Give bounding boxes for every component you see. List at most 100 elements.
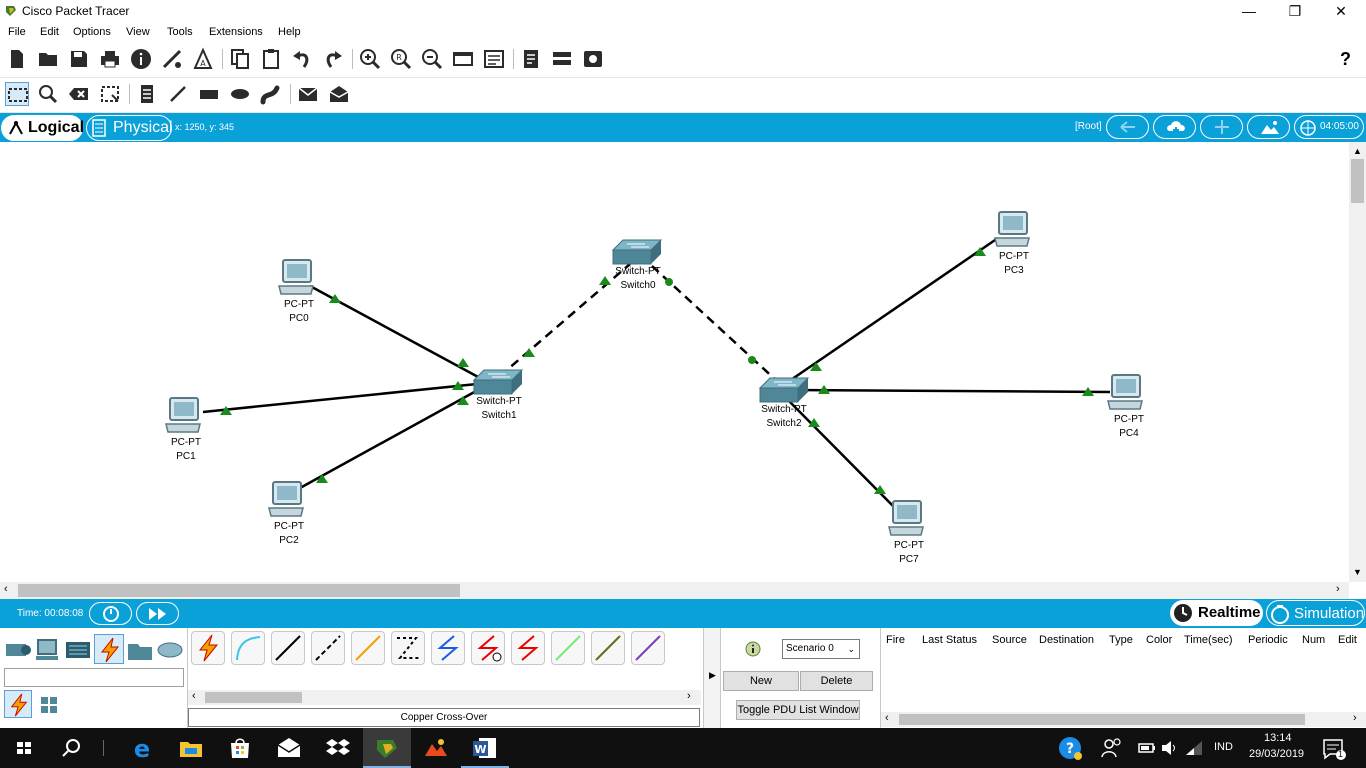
viewport-clock-button[interactable]: 04:05:00 — [1294, 115, 1364, 139]
store-icon[interactable] — [226, 734, 254, 762]
delete-icon[interactable] — [67, 82, 91, 106]
end-devices-icon[interactable] — [34, 636, 62, 664]
column-last-status[interactable]: Last Status — [922, 634, 977, 646]
inspect-icon[interactable] — [36, 82, 60, 106]
network-info-icon[interactable] — [160, 47, 184, 71]
vertical-scrollbar[interactable]: ▲ ▼ — [1349, 142, 1366, 582]
word-taskbar-button[interactable]: W — [461, 728, 509, 768]
components-icon[interactable] — [64, 636, 92, 664]
windows-start-icon[interactable] — [10, 734, 38, 762]
connections-category[interactable] — [94, 634, 124, 664]
menu-help[interactable]: Help — [278, 26, 301, 38]
volume-icon[interactable] — [1160, 740, 1178, 756]
switch-icon[interactable] — [611, 238, 663, 266]
coaxial-cable-button[interactable] — [431, 631, 465, 665]
expand-arrow-icon[interactable]: ▶ — [709, 670, 716, 681]
tab-logical[interactable]: Logical — [1, 115, 84, 141]
open-folder-icon[interactable] — [36, 47, 60, 71]
scroll-left-icon[interactable]: ‹ — [192, 690, 196, 702]
power-cycle-button[interactable] — [89, 602, 132, 625]
tab-physical[interactable]: Physical — [86, 115, 173, 141]
root-label[interactable]: [Root] — [1075, 121, 1102, 132]
copy-icon[interactable] — [228, 47, 252, 71]
minimize-button[interactable]: — — [1226, 0, 1272, 23]
link-switch2-pc3[interactable] — [781, 236, 999, 388]
fiber-cable-button[interactable] — [351, 631, 385, 665]
switch-icon[interactable] — [758, 376, 810, 404]
column-type[interactable]: Type — [1109, 634, 1133, 646]
link-pc1-switch1[interactable] — [202, 382, 478, 414]
column-color[interactable]: Color — [1146, 634, 1172, 646]
multiuser-icon[interactable] — [156, 636, 184, 664]
file-explorer-icon[interactable] — [177, 734, 205, 762]
switch-icon[interactable] — [472, 368, 524, 396]
panel-splitter[interactable]: ▶ — [703, 628, 721, 728]
column-periodic[interactable]: Periodic — [1248, 634, 1288, 646]
freeform-icon[interactable] — [259, 82, 283, 106]
zoom-out-icon[interactable] — [420, 47, 444, 71]
zoom-in-icon[interactable] — [358, 47, 382, 71]
input-language[interactable]: IND — [1214, 741, 1233, 753]
new-cluster-button[interactable] — [1153, 115, 1196, 139]
scroll-right-icon[interactable]: › — [1353, 712, 1357, 724]
scroll-up-icon[interactable]: ▲ — [1353, 146, 1362, 156]
copper-cross-over-button[interactable] — [311, 631, 345, 665]
draw-rectangle-icon[interactable] — [197, 82, 221, 106]
menu-view[interactable]: View — [126, 26, 150, 38]
column-time[interactable]: Time(sec) — [1184, 634, 1232, 646]
search-icon[interactable] — [58, 734, 86, 762]
scroll-left-icon[interactable]: ‹ — [4, 583, 8, 595]
cable-scroll-thumb[interactable] — [205, 692, 302, 703]
add-simple-pdu-icon[interactable] — [296, 82, 320, 106]
redo-icon[interactable] — [321, 47, 345, 71]
undo-icon[interactable] — [290, 47, 314, 71]
column-num[interactable]: Num — [1302, 634, 1325, 646]
dropbox-icon[interactable] — [324, 734, 352, 762]
pc-icon[interactable] — [1106, 373, 1146, 413]
drawing-palette-icon[interactable] — [451, 47, 475, 71]
pc-icon[interactable] — [277, 258, 317, 298]
pc-icon[interactable] — [164, 396, 204, 436]
people-icon[interactable] — [1098, 734, 1126, 762]
select-tool-icon[interactable] — [5, 82, 29, 106]
device-search-input[interactable] — [4, 668, 184, 687]
menu-edit[interactable]: Edit — [40, 26, 59, 38]
new-file-icon[interactable] — [5, 47, 29, 71]
scroll-right-icon[interactable]: › — [687, 690, 691, 702]
logical-workspace[interactable]: PC-PT PC0 PC-PT PC1 PC-PT PC2 PC-PT PC3 PC-P… — [0, 142, 1350, 582]
resize-shape-icon[interactable] — [98, 82, 122, 106]
horizontal-scroll-thumb[interactable] — [18, 584, 460, 597]
menu-file[interactable]: File — [8, 26, 26, 38]
packet-tracer-taskbar-button[interactable] — [363, 728, 411, 768]
scroll-left-icon[interactable]: ‹ — [885, 712, 889, 724]
phone-cable-button[interactable] — [391, 631, 425, 665]
scroll-down-icon[interactable]: ▼ — [1353, 567, 1362, 577]
maximize-button[interactable]: ❐ — [1272, 0, 1318, 23]
automatic-connection-button[interactable] — [191, 631, 225, 665]
place-note-icon[interactable] — [135, 82, 159, 106]
mail-icon[interactable] — [275, 734, 303, 762]
help-tray-icon[interactable]: ? — [1056, 734, 1084, 762]
octal-cable-button[interactable] — [551, 631, 585, 665]
pictures-app-icon[interactable] — [422, 734, 450, 762]
custom-devices-icon[interactable] — [482, 47, 506, 71]
draw-line-icon[interactable] — [166, 82, 190, 106]
move-object-button[interactable] — [1200, 115, 1243, 139]
device-list-icon[interactable] — [550, 47, 574, 71]
scenario-select[interactable]: Scenario 0 ⌄ — [782, 639, 860, 659]
notes-icon[interactable] — [519, 47, 543, 71]
miscellaneous-icon[interactable] — [126, 636, 154, 664]
edge-browser-icon[interactable]: e — [128, 734, 156, 762]
pdu-list-scrollbar[interactable]: ‹ › — [881, 712, 1366, 727]
vertical-scroll-thumb[interactable] — [1351, 159, 1364, 203]
link-pc2-switch1[interactable] — [299, 388, 479, 490]
help-icon[interactable]: ? — [1340, 49, 1351, 70]
delete-scenario-button[interactable]: Delete — [800, 671, 873, 691]
back-button[interactable] — [1106, 115, 1149, 139]
scenario-info-icon[interactable] — [745, 641, 761, 657]
serial-dte-button[interactable] — [511, 631, 545, 665]
connections-subcategory[interactable] — [4, 690, 32, 718]
horizontal-scrollbar[interactable]: ‹ › — [0, 582, 1349, 599]
column-source[interactable]: Source — [992, 634, 1027, 646]
close-button[interactable]: ✕ — [1318, 0, 1364, 23]
